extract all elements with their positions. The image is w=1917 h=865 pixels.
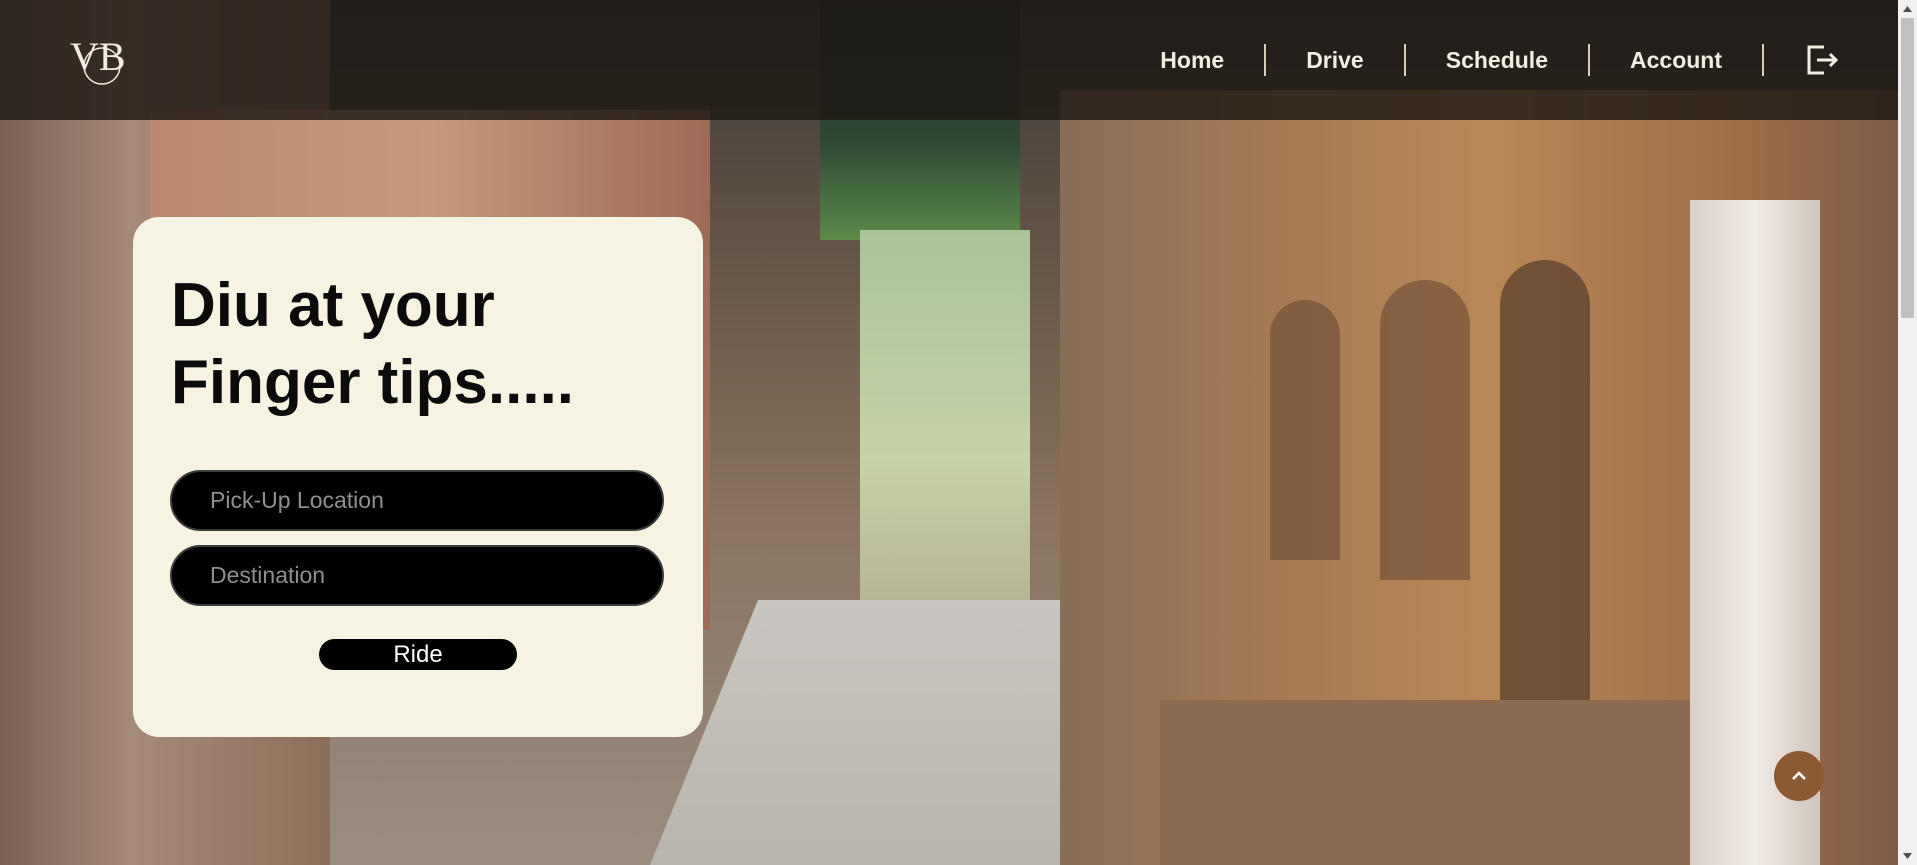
scroll-down-arrow[interactable] [1898, 847, 1917, 865]
nav-home[interactable]: Home [1120, 47, 1264, 74]
main-nav: Home Drive Schedule Account [1120, 0, 1838, 120]
nav-divider [1762, 44, 1764, 76]
scroll-up-arrow[interactable] [1898, 0, 1917, 18]
arch-window [1270, 300, 1340, 560]
nav-account[interactable]: Account [1590, 47, 1762, 74]
logout-icon[interactable] [1804, 43, 1838, 77]
ride-booking-card: Diu at your Finger tips..... Ride [133, 217, 703, 737]
arch-window [1380, 280, 1470, 580]
green-house [860, 230, 1030, 610]
nav-drive[interactable]: Drive [1266, 47, 1404, 74]
chevron-up-icon [1792, 771, 1806, 780]
vertical-scrollbar[interactable] [1898, 0, 1917, 865]
top-navbar: VB Home Drive Schedule Account [0, 0, 1898, 120]
scroll-to-top-button[interactable] [1774, 751, 1824, 801]
destination-input[interactable] [170, 545, 664, 606]
hero-title: Diu at your Finger tips..... [171, 271, 575, 417]
stone-ledge [1160, 700, 1720, 865]
nav-schedule[interactable]: Schedule [1406, 47, 1588, 74]
pickup-location-input[interactable] [170, 470, 664, 531]
ride-button[interactable]: Ride [319, 639, 517, 670]
vb-logo[interactable]: VB [68, 26, 128, 90]
scrollbar-thumb[interactable] [1901, 18, 1914, 318]
